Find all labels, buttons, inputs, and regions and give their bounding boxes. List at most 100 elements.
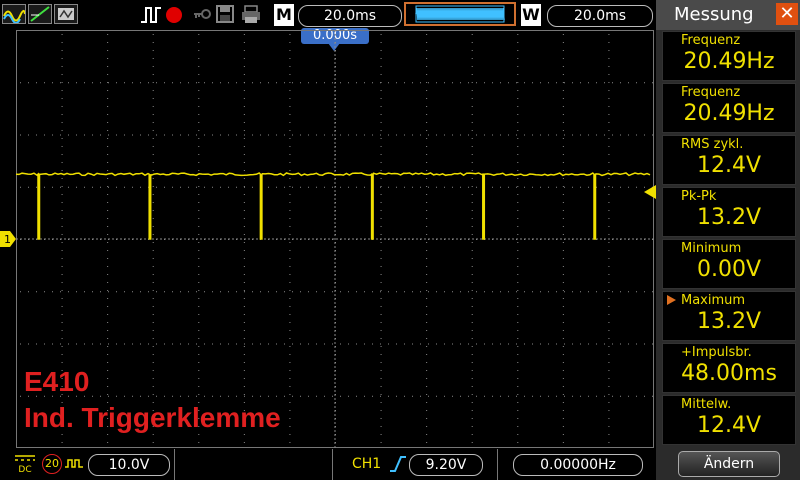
grid-dot: [562, 58, 564, 59]
grid-dot: [471, 322, 473, 323]
grid-dot: [380, 394, 382, 395]
measurement-slot-2[interactable]: Frequenz 20.49Hz: [662, 83, 796, 133]
close-button[interactable]: ✕: [776, 3, 798, 25]
grid-dot: [140, 82, 141, 84]
grid-dot: [156, 343, 157, 345]
grid-dot: [608, 178, 610, 179]
grid-dot: [471, 202, 473, 203]
grid-dot: [268, 82, 269, 84]
save-icon[interactable]: [215, 4, 235, 24]
grid-dot: [243, 154, 245, 155]
grid-dot: [484, 291, 485, 293]
grid-dot: [380, 42, 382, 43]
grid-dot: [61, 218, 63, 219]
grid-dot: [380, 82, 381, 84]
grid-dot: [289, 386, 291, 387]
grid-dot: [243, 114, 245, 115]
coupling-dc-icon[interactable]: DC: [14, 454, 36, 475]
trigger-channel-label[interactable]: CH1: [352, 454, 381, 474]
channel-wave-icon[interactable]: [2, 4, 26, 24]
measurement-slot-1[interactable]: Frequenz 20.49Hz: [662, 31, 796, 81]
overlay-line-1: E410: [24, 366, 90, 397]
grid-dot: [289, 442, 291, 443]
grid-dot: [412, 291, 413, 293]
grid-dot: [426, 362, 428, 363]
invert-wave-icon[interactable]: [64, 456, 84, 470]
grid-dot: [61, 98, 63, 99]
grid-dot: [289, 34, 291, 35]
trigger-level-display[interactable]: 9.20V: [409, 454, 483, 476]
grid-dot: [428, 82, 429, 84]
grid-dot: [243, 242, 245, 243]
print-icon[interactable]: [240, 4, 262, 24]
grid-dot: [608, 50, 610, 51]
timebase-display[interactable]: 20.0ms: [298, 5, 402, 27]
grid-dot: [372, 395, 373, 397]
grid-dot: [152, 346, 154, 347]
mode-label[interactable]: M: [274, 4, 294, 26]
grid-dot: [340, 186, 341, 188]
trigger-pulse-icon[interactable]: [140, 4, 162, 24]
ch1-volts-per-div[interactable]: 10.0V: [88, 454, 170, 476]
grid-dot: [61, 298, 63, 299]
measurement-label: Maximum: [681, 293, 746, 308]
rising-edge-icon[interactable]: [388, 453, 408, 475]
grid-dot: [562, 50, 564, 51]
grid-dot: [356, 186, 357, 188]
grid-dot: [260, 291, 261, 293]
key-icon[interactable]: [192, 4, 212, 24]
frequency-counter-display[interactable]: 0.00000Hz: [513, 454, 643, 476]
grid-dot: [276, 82, 277, 84]
grid-dot: [116, 82, 117, 84]
measurement-slot-4[interactable]: Pk-Pk 13.2V: [662, 187, 796, 237]
grid-dot: [152, 306, 154, 307]
grid-dot: [380, 362, 382, 363]
grid-dot: [152, 218, 154, 219]
grid-dot: [308, 291, 309, 293]
grid-dot: [500, 395, 501, 397]
grid-dot: [426, 322, 428, 323]
measurement-slot-8[interactable]: Mittelw. 12.4V: [662, 395, 796, 445]
grid-dot: [116, 134, 117, 136]
grid-dot: [517, 434, 519, 435]
grid-dot: [556, 395, 557, 397]
grid-dot: [436, 186, 437, 188]
grid-dot: [426, 186, 428, 187]
measurement-slot-6[interactable]: Maximum 13.2V: [662, 291, 796, 341]
grid-dot: [289, 378, 291, 379]
grid-dot: [332, 291, 333, 293]
measurement-slot-3[interactable]: RMS zykl. 12.4V: [662, 135, 796, 185]
grid-dot: [289, 394, 291, 395]
window-timebase-display[interactable]: 20.0ms: [547, 5, 653, 27]
math-wave-icon[interactable]: [28, 4, 52, 24]
grid-dot: [396, 343, 397, 345]
record-icon[interactable]: [166, 7, 182, 23]
bandwidth-limit-badge[interactable]: 20: [42, 454, 62, 474]
grid-dot: [517, 266, 519, 267]
grid-dot: [324, 186, 325, 188]
grid-dot: [444, 395, 445, 397]
grid-dot: [198, 154, 200, 155]
window-label[interactable]: W: [521, 4, 541, 26]
grid-dot: [284, 82, 285, 84]
grid-dot: [562, 186, 564, 187]
change-button[interactable]: Ändern: [678, 451, 780, 477]
memory-position-bar[interactable]: [404, 2, 516, 26]
grid-dot: [380, 434, 382, 435]
grid-dot: [164, 343, 165, 345]
reference-wave-icon[interactable]: [54, 4, 78, 24]
grid-dot: [380, 322, 382, 323]
measurement-slot-5[interactable]: Minimum 0.00V: [662, 239, 796, 289]
grid-dot: [608, 154, 610, 155]
grid-dot: [484, 395, 485, 397]
trigger-level-marker-icon[interactable]: [644, 185, 656, 199]
grid-dot: [152, 90, 154, 91]
grid-dot: [388, 395, 389, 397]
grid-dot: [140, 186, 141, 188]
ch1-ground-marker[interactable]: 1: [0, 231, 16, 247]
grid-dot: [471, 266, 473, 267]
grid-dot: [276, 343, 277, 345]
grid-dot: [300, 343, 301, 345]
measurement-slot-7[interactable]: +Impulsbr. 48.00ms: [662, 343, 796, 393]
grid-dot: [471, 378, 473, 379]
